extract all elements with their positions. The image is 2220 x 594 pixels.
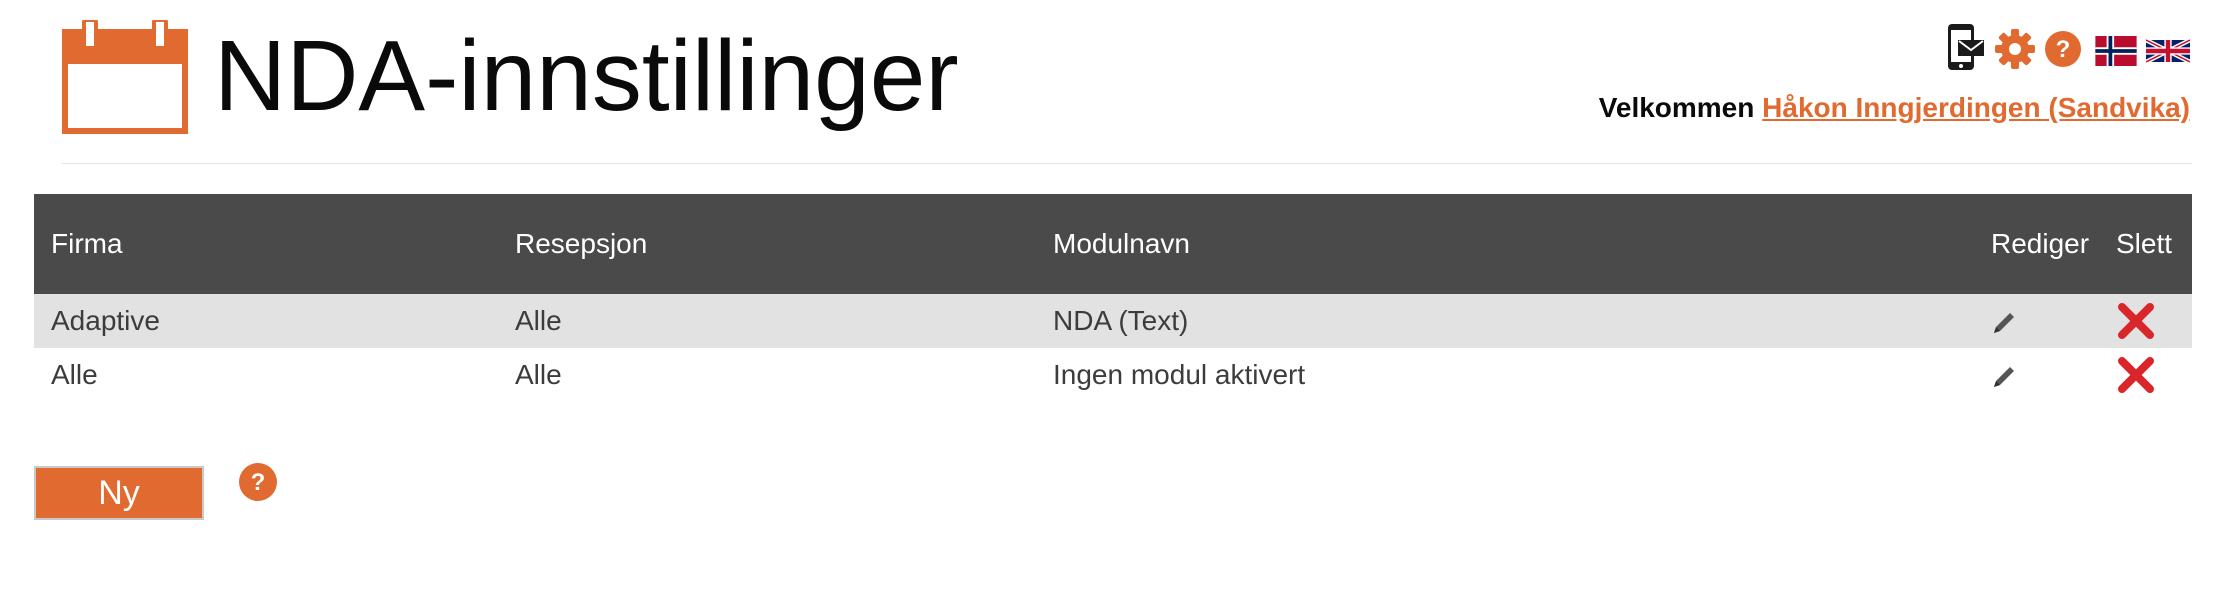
table-row: Alle Alle Ingen modul aktivert: [34, 348, 2192, 402]
cell-modulnavn: Ingen modul aktivert: [1036, 348, 1974, 402]
mobile-mail-icon[interactable]: [1944, 22, 1986, 72]
user-link[interactable]: Håkon Inngjerdingen (Sandvika): [1762, 92, 2190, 123]
edit-cell: [1974, 294, 2099, 348]
cell-firma: Alle: [34, 348, 498, 402]
delete-cell: [2099, 348, 2192, 402]
delete-x-icon[interactable]: [2116, 355, 2156, 395]
table-header-row: Firma Resepsjon Modulnavn Rediger Slett: [34, 194, 2192, 294]
gear-icon[interactable]: [1994, 28, 2036, 70]
flag-uk-icon[interactable]: [2146, 36, 2190, 66]
page-title: NDA-innstillinger: [214, 20, 959, 132]
page-header: NDA-innstillinger ? Velkommen Håkon Inng…: [0, 0, 2220, 165]
table-row: Adaptive Alle NDA (Text): [34, 294, 2192, 348]
cell-modulnavn: NDA (Text): [1036, 294, 1974, 348]
calendar-icon: [62, 20, 188, 134]
column-header-resepsjon[interactable]: Resepsjon: [498, 194, 1036, 294]
welcome-text: Velkommen Håkon Inngjerdingen (Sandvika): [1599, 90, 2190, 126]
column-header-slett: Slett: [2099, 194, 2192, 294]
header-divider: [62, 163, 2192, 164]
svg-text:?: ?: [251, 469, 266, 496]
delete-x-icon[interactable]: [2116, 301, 2156, 341]
edit-cell: [1974, 348, 2099, 402]
edit-pencil-icon[interactable]: [1991, 364, 2017, 390]
help-icon[interactable]: ?: [238, 462, 278, 502]
cell-resepsjon: Alle: [498, 348, 1036, 402]
delete-cell: [2099, 294, 2192, 348]
column-header-rediger: Rediger: [1974, 194, 2099, 294]
column-header-modulnavn[interactable]: Modulnavn: [1036, 194, 1974, 294]
edit-pencil-icon[interactable]: [1991, 310, 2017, 336]
nda-settings-table: Firma Resepsjon Modulnavn Rediger Slett …: [34, 194, 2192, 402]
cell-resepsjon: Alle: [498, 294, 1036, 348]
new-button[interactable]: Ny: [34, 466, 204, 520]
svg-text:?: ?: [2056, 36, 2071, 63]
flag-norway-icon[interactable]: [2094, 36, 2138, 66]
cell-firma: Adaptive: [34, 294, 498, 348]
top-icon-bar: ?: [1944, 20, 2194, 74]
column-header-firma[interactable]: Firma: [34, 194, 498, 294]
help-icon[interactable]: ?: [2044, 30, 2082, 68]
welcome-label: Velkommen: [1598, 92, 1755, 123]
